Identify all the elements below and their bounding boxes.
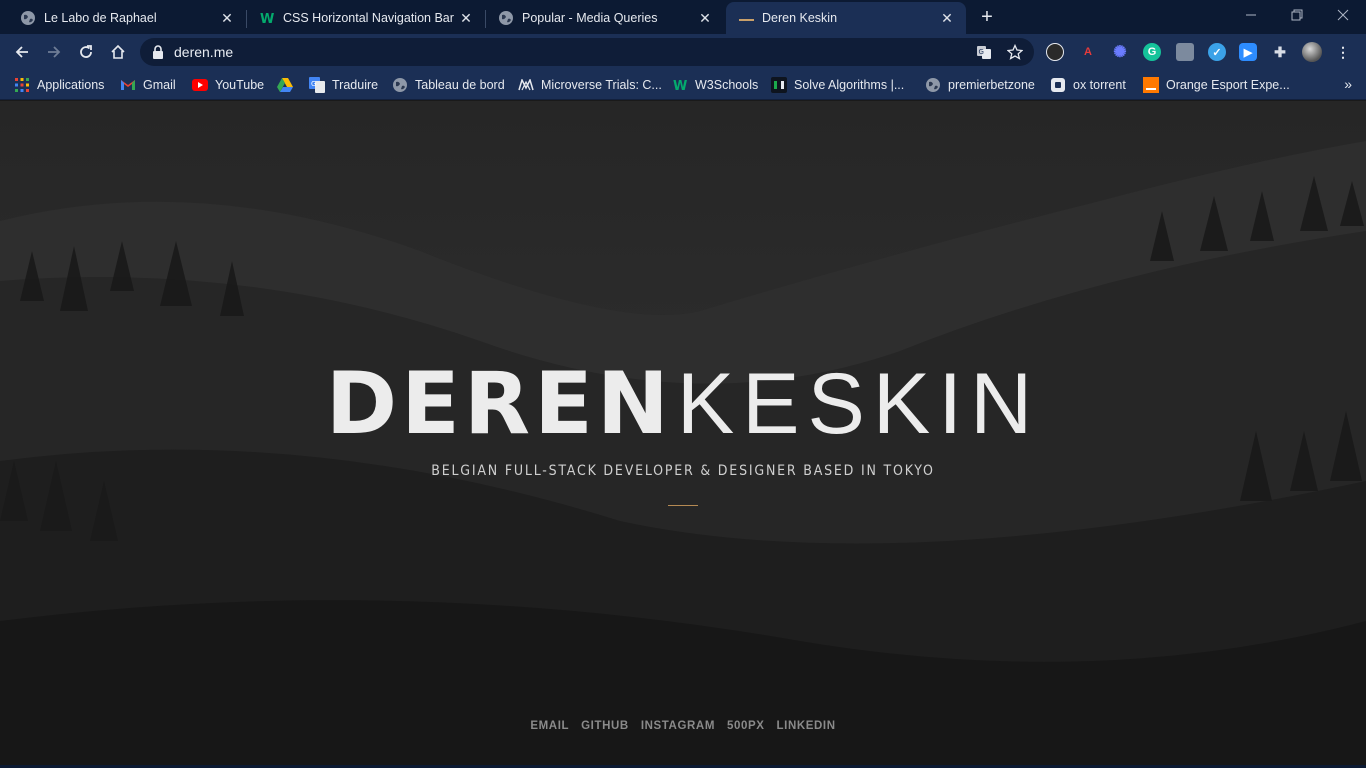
hero-tagline: BELGIAN FULL-STACK DEVELOPER & DESIGNER … [431,463,935,479]
bookmark-label: ox torrent [1073,78,1126,92]
bookmark-label: Applications [37,78,105,92]
tab-title: CSS Horizontal Navigation Bar [283,11,454,25]
hero-name: DERENKESKIN [0,359,1366,449]
bookmark-label: Solve Algorithms |... [794,78,905,92]
bookmark-label: Gmail [143,78,176,92]
site-icon [738,10,754,26]
tab-title: Le Labo de Raphael [44,11,157,25]
bookmark-applications[interactable]: Applications [14,76,104,94]
apps-grid-icon [14,77,30,93]
bookmark-label: Traduire [332,78,379,92]
burst-extension-icon[interactable]: ✺ [1111,43,1129,61]
bookmark-solve-algorithms[interactable]: Solve Algorithms |... [771,76,904,94]
bookmark-ox-torrent[interactable]: ox torrent [1050,76,1126,94]
bookmarks-overflow-icon[interactable]: » [1344,76,1352,92]
bookmark-label: Orange Esport Expe... [1166,78,1290,92]
hero-section: DERENKESKIN BELGIAN FULL-STACK DEVELOPER… [0,101,1366,768]
address-bar[interactable]: deren.me G [140,38,1034,66]
globe-icon [392,77,408,93]
google-drive-icon [277,77,293,93]
bookmark-label: YouTube [215,78,265,92]
home-icon[interactable] [104,38,132,66]
reload-icon[interactable] [72,38,100,66]
star-icon[interactable] [1007,44,1023,60]
close-tab-icon[interactable]: ✕ [457,9,475,27]
bookmark-w3schools[interactable]: W W3Schools [672,76,758,94]
bookmark-youtube[interactable]: YouTube [192,76,264,94]
bookmark-label: premierbetzone [948,78,1035,92]
font-extension-icon[interactable]: A [1079,43,1097,61]
tab-deren-keskin[interactable]: Deren Keskin ✕ [726,2,966,34]
forward-arrow-icon[interactable] [40,38,68,66]
hackerrank-icon [771,77,787,93]
globe-icon [20,10,36,26]
bookmark-label: W3Schools [695,78,759,92]
back-arrow-icon[interactable] [8,38,36,66]
social-link-github[interactable]: GITHUB [581,720,629,732]
w3schools-icon: W [259,10,275,26]
bookmark-tableau-de-bord[interactable]: Tableau de bord [392,76,505,94]
microverse-icon [518,77,534,93]
bookmark-traduire[interactable]: G Traduire [309,76,378,94]
close-tab-icon[interactable]: ✕ [218,9,236,27]
social-link-linkedin[interactable]: LINKEDIN [777,720,836,732]
bookmarks-bar: Applications Gmail YouTube G Traduire Ta… [0,70,1366,100]
bookmark-label: Tableau de bord [415,78,505,92]
globe-icon [925,77,941,93]
tab-title: Deren Keskin [762,11,838,25]
tab-media-queries[interactable]: Popular - Media Queries ✕ [486,2,724,34]
svg-text:G: G [979,48,984,56]
google-translate-icon: G [309,77,325,93]
profile-avatar[interactable] [1302,42,1322,62]
bookmark-orange-esport[interactable]: Orange Esport Expe... [1143,76,1290,94]
close-window-icon[interactable] [1320,0,1366,30]
social-link-500px[interactable]: 500PX [727,720,765,732]
minimize-icon[interactable] [1228,0,1274,30]
bookmark-google-drive[interactable] [277,76,300,94]
browser-toolbar: deren.me G A ✺ G ✓ ▶ ✚ ⋮ [0,34,1366,70]
hero-last-name: KESKIN [676,356,1041,452]
svg-text:G: G [311,80,316,88]
globe-icon [498,10,514,26]
tab-title: Popular - Media Queries [522,11,658,25]
social-links: EMAIL GITHUB INSTAGRAM 500PX LINKEDIN [0,720,1366,732]
tab-le-labo[interactable]: Le Labo de Raphael ✕ [8,2,246,34]
orange-icon [1143,77,1159,93]
translate-icon[interactable]: G [976,44,992,60]
social-link-email[interactable]: EMAIL [530,720,569,732]
hero-first-name: DEREN [325,354,673,454]
w3schools-icon: W [672,77,688,93]
bookmark-microverse[interactable]: Microverse Trials: C... [518,76,662,94]
oxtorrent-icon [1050,77,1066,93]
close-tab-icon[interactable]: ✕ [696,9,714,27]
grammarly-icon[interactable]: G [1143,43,1161,61]
close-tab-icon[interactable]: ✕ [938,9,956,27]
youtube-icon [192,77,208,93]
accent-divider [668,505,698,506]
new-tab-button[interactable]: + [976,6,998,28]
check-extension-icon[interactable]: ✓ [1208,43,1226,61]
bookmark-gmail[interactable]: Gmail [120,76,176,94]
tab-css-navbar[interactable]: W CSS Horizontal Navigation Bar ✕ [247,2,485,34]
tab-strip: Le Labo de Raphael ✕ W CSS Horizontal Na… [0,0,1366,34]
tab-manager-extension-icon[interactable] [1176,43,1194,61]
svg-text:W: W [673,79,687,93]
social-link-instagram[interactable]: INSTAGRAM [641,720,715,732]
puzzle-extensions-icon[interactable]: ✚ [1271,43,1289,61]
url-text[interactable]: deren.me [174,44,233,60]
restore-icon[interactable] [1274,0,1320,30]
gmail-icon [120,77,136,93]
bookmark-label: Microverse Trials: C... [541,78,662,92]
speed-dial-extension-icon[interactable] [1046,43,1064,61]
svg-text:W: W [260,12,274,26]
menu-kebab-icon[interactable]: ⋮ [1334,43,1352,61]
bookmark-premierbetzone[interactable]: premierbetzone [925,76,1035,94]
lock-icon[interactable] [152,45,164,64]
zoom-extension-icon[interactable]: ▶ [1239,43,1257,61]
